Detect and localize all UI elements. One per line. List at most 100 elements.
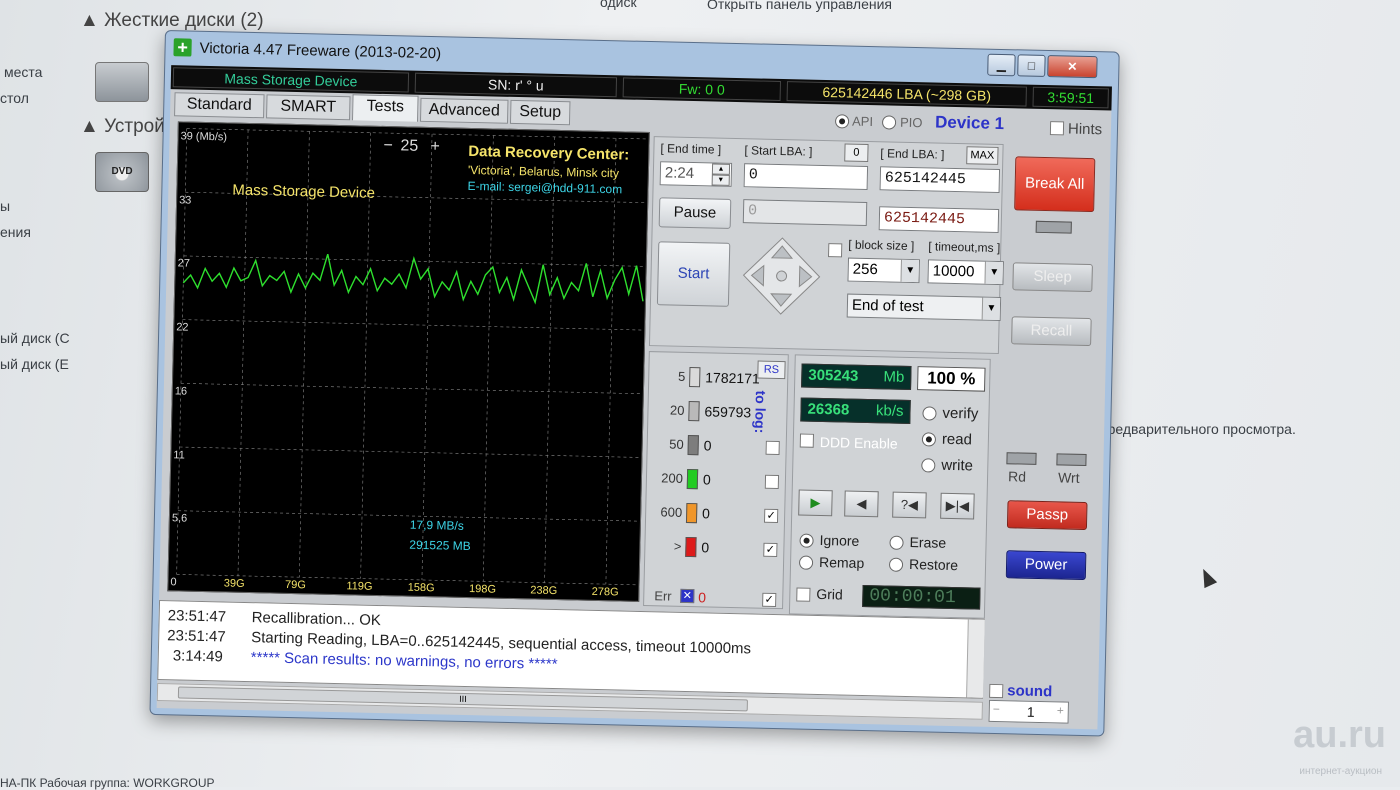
explorer-menu-left[interactable]: одиск xyxy=(600,0,637,10)
app-cross-icon: + xyxy=(173,37,192,58)
devices-group-header[interactable]: ▲ Устрой xyxy=(80,116,165,138)
write-radio[interactable] xyxy=(921,458,936,473)
grid-line xyxy=(544,136,555,583)
recall-button[interactable]: Recall xyxy=(1011,316,1092,347)
remap-radio[interactable] xyxy=(798,555,814,570)
elapsed-timer: 00:00:01 xyxy=(862,584,981,610)
grid-line xyxy=(176,574,637,586)
zoom-minus[interactable]: − xyxy=(383,137,393,155)
nav-item-drive-c[interactable]: ый диск (C xyxy=(0,330,70,346)
start-lba-zero-button[interactable]: 0 xyxy=(844,143,869,162)
nav-item[interactable]: стол xyxy=(0,90,29,106)
log-block-checkbox[interactable] xyxy=(764,474,780,490)
block-color-swatch xyxy=(687,434,699,456)
timeout-select[interactable]: 10000 ▼ xyxy=(927,259,1004,286)
mb-readout: 305243 Mb xyxy=(801,363,912,391)
start-lba-field[interactable]: 0 xyxy=(743,163,869,190)
hints-checkbox[interactable] xyxy=(1049,121,1065,136)
close-button[interactable]: ✕ xyxy=(1047,55,1098,79)
zoom-plus[interactable]: + xyxy=(430,138,440,156)
hard-disk-icon[interactable] xyxy=(95,62,149,102)
pio-radio[interactable] xyxy=(881,115,897,130)
current-end-lba-field: 625142445 xyxy=(878,206,1000,233)
api-label: API xyxy=(851,113,874,130)
grid-checkbox[interactable] xyxy=(796,587,811,602)
zoom-value: 25 xyxy=(400,137,419,155)
log-block-checkbox[interactable]: ✓ xyxy=(763,542,778,558)
power-button[interactable]: Power xyxy=(1005,550,1087,581)
block-color-swatch xyxy=(685,536,697,558)
log-block-checkbox[interactable]: ✓ xyxy=(763,508,779,524)
sound-checkbox[interactable] xyxy=(989,683,1004,699)
tab-smart[interactable]: SMART xyxy=(266,94,351,121)
sound-minus-button[interactable]: − xyxy=(993,702,1000,716)
scanned-size-label: 291525 MB xyxy=(409,537,471,554)
log-block-checkbox[interactable] xyxy=(765,440,780,456)
restore-radio[interactable] xyxy=(888,557,904,572)
tab-tests[interactable]: Tests xyxy=(352,94,419,122)
explorer-menu-control-panel[interactable]: Открыть панель управления xyxy=(707,0,892,12)
block-size-select[interactable]: 256 ▼ xyxy=(847,257,920,284)
timeout-value: 10000 xyxy=(932,262,975,281)
pause-button[interactable]: Pause xyxy=(658,197,732,229)
break-all-button[interactable]: Break All xyxy=(1014,156,1096,213)
skip-back-button[interactable]: ?◀ xyxy=(892,491,927,519)
log-vertical-scrollbar[interactable] xyxy=(966,619,985,698)
end-time-down[interactable]: ▼ xyxy=(711,174,730,186)
start-button[interactable]: Start xyxy=(656,241,731,307)
device-selector[interactable]: Device 1 xyxy=(935,112,1004,134)
log-text: Recallibration... OK xyxy=(251,609,382,630)
maximize-button[interactable]: □ xyxy=(1017,54,1046,77)
sound-plus-button[interactable]: + xyxy=(1057,703,1064,717)
firmware: Fw: 0 0 xyxy=(622,77,782,101)
y-tick-label: 27 xyxy=(177,257,191,271)
nav-item[interactable]: места xyxy=(4,64,42,80)
nav-item[interactable]: ения xyxy=(0,224,31,240)
direction-pad-icon[interactable] xyxy=(741,235,823,317)
passp-button[interactable]: Passp xyxy=(1006,500,1088,531)
scan-settings-panel: [ End time ] 2:24 ▲ ▼ [ Start LBA: ] 0 0… xyxy=(648,136,1004,355)
sleep-button[interactable]: Sleep xyxy=(1012,262,1093,293)
progress-percent: 100 % xyxy=(917,366,986,392)
minimize-button[interactable]: ▁ xyxy=(987,53,1016,77)
grid-line xyxy=(178,510,638,522)
dvd-drive-icon[interactable]: DVD xyxy=(95,152,149,192)
block-count: 0 xyxy=(701,539,710,556)
end-lba-field[interactable]: 625142445 xyxy=(879,166,1001,193)
client-area: Mass Storage Device SN: r' ° u Fw: 0 0 6… xyxy=(156,65,1112,730)
victoria-window: + Victoria 4.47 Freeware (2013-02-20) ▁ … xyxy=(149,30,1120,737)
block-row: 20 659793 xyxy=(648,398,789,431)
read-radio[interactable] xyxy=(921,432,937,447)
skip-end-button[interactable]: ▶|◀ xyxy=(940,492,975,520)
log-time: 23:51:47 xyxy=(167,627,226,646)
log-text: ***** Scan results: no warnings, no erro… xyxy=(250,649,558,674)
grid-label: Grid xyxy=(816,585,844,603)
speed-series-line xyxy=(182,253,644,305)
play-button[interactable]: ▶ xyxy=(798,489,833,517)
nav-item[interactable]: ы xyxy=(0,198,10,214)
grid-line xyxy=(482,135,494,582)
log-err-checkbox[interactable]: ✓ xyxy=(762,592,777,608)
ddd-enable-checkbox[interactable] xyxy=(799,433,815,448)
end-of-test-select[interactable]: End of test ▼ xyxy=(846,293,1002,322)
block-row: 600 0 ✓ xyxy=(646,500,787,533)
ignore-radio[interactable] xyxy=(799,533,814,548)
verify-radio[interactable] xyxy=(922,406,937,421)
y-tick-label: 33 xyxy=(179,194,192,207)
lba-lock-checkbox[interactable] xyxy=(828,243,843,258)
tab-standard[interactable]: Standard xyxy=(174,92,265,119)
end-time-up[interactable]: ▲ xyxy=(711,163,731,175)
max-lba-button[interactable]: MAX xyxy=(966,146,999,165)
grid-line xyxy=(180,383,641,395)
preview-pane-text: предварительного просмотра. xyxy=(1100,421,1296,437)
api-radio[interactable] xyxy=(834,114,850,129)
current-speed-label: 17,9 MB/s xyxy=(409,517,465,533)
tab-setup[interactable]: Setup xyxy=(509,99,571,126)
hdd-group-header[interactable]: ▲ Жесткие диски (2) xyxy=(80,10,264,32)
rewind-button[interactable]: ◀ xyxy=(844,490,879,518)
chevron-down-icon: ▼ xyxy=(900,259,919,283)
tab-advanced[interactable]: Advanced xyxy=(419,97,509,124)
err-icon: ✕ xyxy=(680,588,695,604)
nav-item-drive-e[interactable]: ый диск (E xyxy=(0,356,69,372)
erase-radio[interactable] xyxy=(889,535,904,550)
